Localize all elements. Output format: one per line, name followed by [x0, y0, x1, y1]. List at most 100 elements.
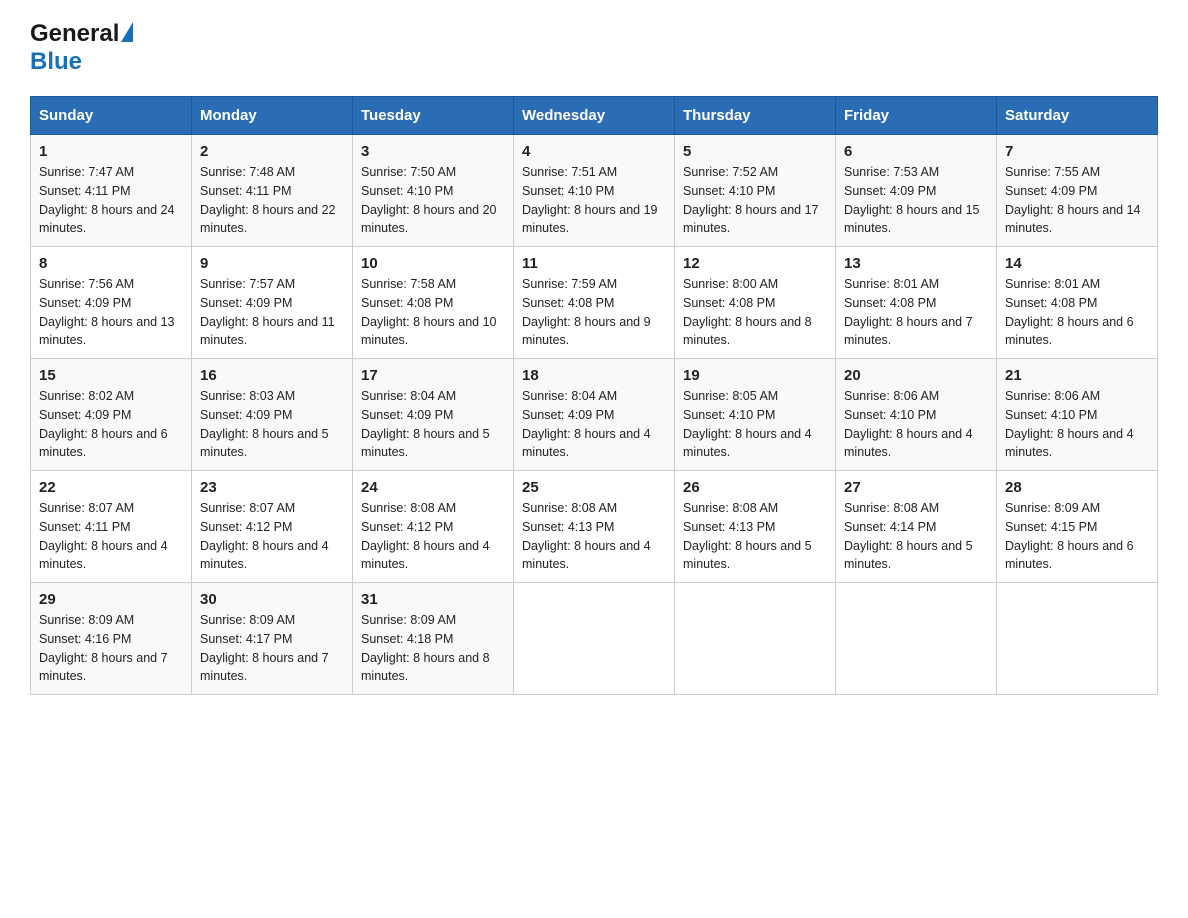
day-info: Sunrise: 8:06 AMSunset: 4:10 PMDaylight:…	[1005, 387, 1149, 462]
day-number: 13	[844, 255, 988, 272]
calendar-cell: 25 Sunrise: 8:08 AMSunset: 4:13 PMDayligh…	[514, 471, 675, 583]
logo-general-text: General	[30, 20, 119, 48]
day-number: 1	[39, 143, 183, 160]
calendar-cell: 28 Sunrise: 8:09 AMSunset: 4:15 PMDayligh…	[997, 471, 1158, 583]
day-info: Sunrise: 8:07 AMSunset: 4:11 PMDaylight:…	[39, 499, 183, 574]
calendar-cell: 24Sunrise: 8:08 AMSunset: 4:12 PMDayligh…	[353, 471, 514, 583]
day-info: Sunrise: 8:08 AMSunset: 4:14 PMDaylight:…	[844, 499, 988, 574]
calendar-cell: 17 Sunrise: 8:04 AMSunset: 4:09 PMDayligh…	[353, 359, 514, 471]
day-info: Sunrise: 8:09 AMSunset: 4:18 PMDaylight:…	[361, 611, 505, 686]
calendar-cell: 20Sunrise: 8:06 AMSunset: 4:10 PMDayligh…	[836, 359, 997, 471]
calendar-cell: 6 Sunrise: 7:53 AMSunset: 4:09 PMDaylight…	[836, 135, 997, 247]
calendar-cell: 19 Sunrise: 8:05 AMSunset: 4:10 PMDayligh…	[675, 359, 836, 471]
calendar-cell: 4 Sunrise: 7:51 AMSunset: 4:10 PMDaylight…	[514, 135, 675, 247]
calendar-cell: 9 Sunrise: 7:57 AMSunset: 4:09 PMDaylight…	[192, 247, 353, 359]
logo-blue-text: Blue	[30, 48, 82, 75]
calendar-cell: 1 Sunrise: 7:47 AMSunset: 4:11 PMDaylight…	[31, 135, 192, 247]
day-number: 3	[361, 143, 505, 160]
calendar-cell	[836, 583, 997, 695]
day-number: 27	[844, 479, 988, 496]
header-tuesday: Tuesday	[353, 97, 514, 135]
day-info: Sunrise: 8:04 AMSunset: 4:09 PMDaylight:…	[522, 387, 666, 462]
day-number: 8	[39, 255, 183, 272]
day-info: Sunrise: 8:05 AMSunset: 4:10 PMDaylight:…	[683, 387, 827, 462]
day-info: Sunrise: 8:09 AMSunset: 4:16 PMDaylight:…	[39, 611, 183, 686]
calendar-cell: 30Sunrise: 8:09 AMSunset: 4:17 PMDayligh…	[192, 583, 353, 695]
calendar-cell: 18 Sunrise: 8:04 AMSunset: 4:09 PMDayligh…	[514, 359, 675, 471]
day-number: 7	[1005, 143, 1149, 160]
calendar-cell: 27 Sunrise: 8:08 AMSunset: 4:14 PMDayligh…	[836, 471, 997, 583]
calendar-cell: 26Sunrise: 8:08 AMSunset: 4:13 PMDayligh…	[675, 471, 836, 583]
day-number: 30	[200, 591, 344, 608]
calendar-cell: 16 Sunrise: 8:03 AMSunset: 4:09 PMDayligh…	[192, 359, 353, 471]
day-info: Sunrise: 7:55 AMSunset: 4:09 PMDaylight:…	[1005, 163, 1149, 238]
day-info: Sunrise: 8:01 AMSunset: 4:08 PMDaylight:…	[1005, 275, 1149, 350]
day-number: 19	[683, 367, 827, 384]
day-info: Sunrise: 8:09 AMSunset: 4:15 PMDaylight:…	[1005, 499, 1149, 574]
logo: General Blue	[30, 20, 133, 76]
day-number: 16	[200, 367, 344, 384]
day-info: Sunrise: 8:02 AMSunset: 4:09 PMDaylight:…	[39, 387, 183, 462]
header-saturday: Saturday	[997, 97, 1158, 135]
day-info: Sunrise: 7:56 AMSunset: 4:09 PMDaylight:…	[39, 275, 183, 350]
calendar-cell: 29 Sunrise: 8:09 AMSunset: 4:16 PMDayligh…	[31, 583, 192, 695]
calendar-cell: 8 Sunrise: 7:56 AMSunset: 4:09 PMDaylight…	[31, 247, 192, 359]
calendar-table: SundayMondayTuesdayWednesdayThursdayFrid…	[30, 96, 1158, 695]
day-number: 21	[1005, 367, 1149, 384]
calendar-cell	[675, 583, 836, 695]
header-monday: Monday	[192, 97, 353, 135]
day-number: 12	[683, 255, 827, 272]
calendar-cell: 21 Sunrise: 8:06 AMSunset: 4:10 PMDayligh…	[997, 359, 1158, 471]
day-number: 20	[844, 367, 988, 384]
day-info: Sunrise: 7:51 AMSunset: 4:10 PMDaylight:…	[522, 163, 666, 238]
calendar-cell: 12 Sunrise: 8:00 AMSunset: 4:08 PMDayligh…	[675, 247, 836, 359]
day-number: 4	[522, 143, 666, 160]
day-info: Sunrise: 8:00 AMSunset: 4:08 PMDaylight:…	[683, 275, 827, 350]
header-thursday: Thursday	[675, 97, 836, 135]
day-info: Sunrise: 8:07 AMSunset: 4:12 PMDaylight:…	[200, 499, 344, 574]
day-number: 31	[361, 591, 505, 608]
day-number: 10	[361, 255, 505, 272]
day-info: Sunrise: 7:47 AMSunset: 4:11 PMDaylight:…	[39, 163, 183, 238]
day-info: Sunrise: 8:04 AMSunset: 4:09 PMDaylight:…	[361, 387, 505, 462]
day-number: 6	[844, 143, 988, 160]
day-number: 28	[1005, 479, 1149, 496]
day-info: Sunrise: 7:59 AMSunset: 4:08 PMDaylight:…	[522, 275, 666, 350]
day-number: 29	[39, 591, 183, 608]
day-number: 17	[361, 367, 505, 384]
calendar-cell: 7 Sunrise: 7:55 AMSunset: 4:09 PMDaylight…	[997, 135, 1158, 247]
day-number: 2	[200, 143, 344, 160]
day-number: 11	[522, 255, 666, 272]
calendar-cell: 10 Sunrise: 7:58 AMSunset: 4:08 PMDayligh…	[353, 247, 514, 359]
day-number: 15	[39, 367, 183, 384]
header-wednesday: Wednesday	[514, 97, 675, 135]
day-number: 25	[522, 479, 666, 496]
day-info: Sunrise: 7:58 AMSunset: 4:08 PMDaylight:…	[361, 275, 505, 350]
day-number: 14	[1005, 255, 1149, 272]
calendar-cell	[997, 583, 1158, 695]
calendar-cell	[514, 583, 675, 695]
day-info: Sunrise: 7:53 AMSunset: 4:09 PMDaylight:…	[844, 163, 988, 238]
day-info: Sunrise: 8:08 AMSunset: 4:13 PMDaylight:…	[522, 499, 666, 574]
calendar-cell: 14 Sunrise: 8:01 AMSunset: 4:08 PMDayligh…	[997, 247, 1158, 359]
calendar-cell: 13 Sunrise: 8:01 AMSunset: 4:08 PMDayligh…	[836, 247, 997, 359]
calendar-cell: 22 Sunrise: 8:07 AMSunset: 4:11 PMDayligh…	[31, 471, 192, 583]
logo-triangle-icon	[121, 22, 133, 42]
calendar-cell: 5Sunrise: 7:52 AMSunset: 4:10 PMDaylight…	[675, 135, 836, 247]
day-info: Sunrise: 7:50 AMSunset: 4:10 PMDaylight:…	[361, 163, 505, 238]
day-info: Sunrise: 8:08 AMSunset: 4:13 PMDaylight:…	[683, 499, 827, 574]
day-number: 18	[522, 367, 666, 384]
header-sunday: Sunday	[31, 97, 192, 135]
day-number: 22	[39, 479, 183, 496]
day-info: Sunrise: 8:08 AMSunset: 4:12 PMDaylight:…	[361, 499, 505, 574]
day-number: 9	[200, 255, 344, 272]
calendar-cell: 2Sunrise: 7:48 AMSunset: 4:11 PMDaylight…	[192, 135, 353, 247]
day-info: Sunrise: 7:57 AMSunset: 4:09 PMDaylight:…	[200, 275, 344, 350]
calendar-cell: 31 Sunrise: 8:09 AMSunset: 4:18 PMDayligh…	[353, 583, 514, 695]
calendar-cell: 3 Sunrise: 7:50 AMSunset: 4:10 PMDaylight…	[353, 135, 514, 247]
day-info: Sunrise: 8:01 AMSunset: 4:08 PMDaylight:…	[844, 275, 988, 350]
day-info: Sunrise: 8:03 AMSunset: 4:09 PMDaylight:…	[200, 387, 344, 462]
header-friday: Friday	[836, 97, 997, 135]
page-header: General Blue	[30, 20, 1158, 76]
day-number: 5	[683, 143, 827, 160]
